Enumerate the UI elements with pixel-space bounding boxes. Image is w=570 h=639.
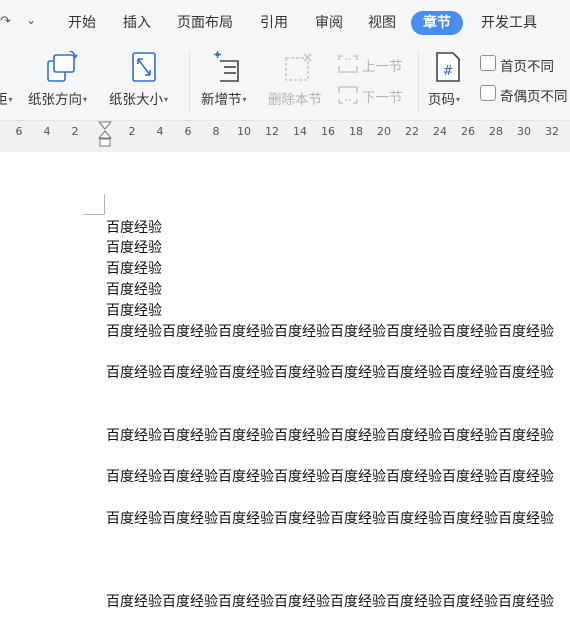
- text-line[interactable]: 百度经验百度经验百度经验百度经验百度经验百度经验百度经验百度经验: [106, 427, 554, 445]
- ruler-tick: 6: [15, 125, 23, 138]
- odd-even-different-label: 奇偶页不同: [500, 89, 568, 105]
- ruler-tick: 2: [128, 125, 136, 138]
- text-line[interactable]: 百度经验: [106, 281, 162, 299]
- delete-section-button[interactable]: 删除本节: [266, 46, 330, 120]
- text-line[interactable]: 百度经验百度经验百度经验百度经验百度经验百度经验百度经验百度经验: [106, 510, 554, 528]
- tab-page-layout[interactable]: 页面布局: [177, 11, 233, 35]
- ruler-tick: 20: [377, 125, 391, 138]
- odd-even-different-checkbox[interactable]: 奇偶页不同: [479, 84, 570, 105]
- ruler-tick: 28: [489, 125, 503, 138]
- ruler-tick: 26: [461, 125, 475, 138]
- page-number-icon: #: [436, 52, 460, 82]
- ruler-tick: 32: [545, 125, 559, 138]
- page-number-label: 页码▾: [428, 92, 461, 108]
- paper-size-icon: [132, 52, 156, 82]
- paper-size-button[interactable]: 纸张大小▾: [107, 46, 181, 120]
- next-section-label: 下一节: [362, 90, 403, 106]
- ruler-tick: 16: [321, 125, 335, 138]
- new-section-button[interactable]: 新增节▾: [198, 46, 262, 120]
- previous-section-icon: [338, 55, 358, 73]
- delete-section-label: 删除本节: [268, 92, 322, 108]
- delete-section-icon: [285, 53, 312, 81]
- text-line[interactable]: 百度经验百度经验百度经验百度经验百度经验百度经验百度经验百度经验: [106, 323, 554, 341]
- ribbon-toolbar: 距▾ 纸张方向▾ 纸张大小▾ 新增节▾ 删除本节 上一节 下一节 # 页码▾ 首…: [0, 46, 570, 120]
- ruler-tick: 8: [212, 125, 220, 138]
- ribbon-separator: [418, 52, 419, 112]
- first-page-different-box[interactable]: [480, 55, 496, 71]
- paper-orientation-label: 纸张方向▾: [28, 92, 88, 108]
- margin-corner-mark: [83, 214, 104, 215]
- ruler-tick: 10: [237, 125, 251, 138]
- ruler-tick: 18: [349, 125, 363, 138]
- ruler-tick: 12: [265, 125, 279, 138]
- next-section-button[interactable]: 下一节: [337, 83, 413, 107]
- tab-insert[interactable]: 插入: [123, 11, 151, 35]
- margins-label: 距▾: [0, 92, 13, 108]
- paper-size-label: 纸张大小▾: [109, 92, 169, 108]
- text-line[interactable]: 百度经验百度经验百度经验百度经验百度经验百度经验百度经验百度经验: [106, 468, 554, 486]
- tab-start[interactable]: 开始: [68, 11, 96, 35]
- paper-orientation-button[interactable]: 纸张方向▾: [26, 46, 100, 120]
- next-section-icon: [338, 86, 358, 104]
- more-dropdown-icon[interactable]: ⌄: [26, 13, 36, 27]
- new-section-icon: [214, 51, 239, 82]
- previous-section-label: 上一节: [362, 59, 403, 75]
- tab-section[interactable]: 章节: [411, 11, 463, 35]
- margins-button[interactable]: 距▾: [0, 46, 18, 120]
- paper-orientation-icon: [47, 51, 78, 82]
- document-page[interactable]: 百度经验 百度经验 百度经验 百度经验 百度经验 百度经验百度经验百度经验百度经…: [0, 152, 570, 639]
- ruler-tick: 2: [71, 125, 79, 138]
- tab-developer[interactable]: 开发工具: [481, 11, 537, 35]
- tab-references[interactable]: 引用: [260, 11, 288, 35]
- new-section-label: 新增节▾: [201, 92, 247, 108]
- indent-marker-icon[interactable]: [98, 121, 112, 149]
- redo-icon[interactable]: ↷: [0, 14, 11, 29]
- margin-corner-mark: [104, 194, 105, 215]
- page-number-button[interactable]: # 页码▾: [424, 46, 474, 120]
- svg-text:#: #: [443, 64, 454, 79]
- text-line[interactable]: 百度经验: [106, 239, 162, 257]
- first-page-different-label: 首页不同: [500, 59, 554, 75]
- ruler-tick: 30: [517, 125, 531, 138]
- text-line[interactable]: 百度经验百度经验百度经验百度经验百度经验百度经验百度经验百度经验: [106, 593, 554, 611]
- ribbon-tab-bar: ↷ ⌄ 开始 插入 页面布局 引用 审阅 视图 章节 开发工具: [0, 0, 570, 47]
- ribbon-separator: [189, 52, 190, 112]
- previous-section-button[interactable]: 上一节: [337, 52, 413, 76]
- odd-even-different-box[interactable]: [480, 85, 496, 101]
- tab-view[interactable]: 视图: [368, 11, 396, 35]
- text-line[interactable]: 百度经验: [106, 219, 162, 237]
- ruler-tick: 6: [184, 125, 192, 138]
- ruler-tick: 4: [43, 125, 51, 138]
- horizontal-ruler[interactable]: 6 4 2 2 4 6 8 10 12 14 16 18 20 22 24 26…: [0, 120, 570, 153]
- text-line[interactable]: 百度经验: [106, 260, 162, 278]
- first-page-different-checkbox[interactable]: 首页不同: [479, 54, 570, 75]
- text-line[interactable]: 百度经验: [106, 302, 162, 320]
- ruler-tick: 22: [405, 125, 419, 138]
- tab-review[interactable]: 审阅: [315, 11, 343, 35]
- ruler-tick: 24: [433, 125, 447, 138]
- ruler-tick: 14: [293, 125, 307, 138]
- ruler-tick: 4: [156, 125, 164, 138]
- text-line[interactable]: 百度经验百度经验百度经验百度经验百度经验百度经验百度经验百度经验: [106, 364, 554, 382]
